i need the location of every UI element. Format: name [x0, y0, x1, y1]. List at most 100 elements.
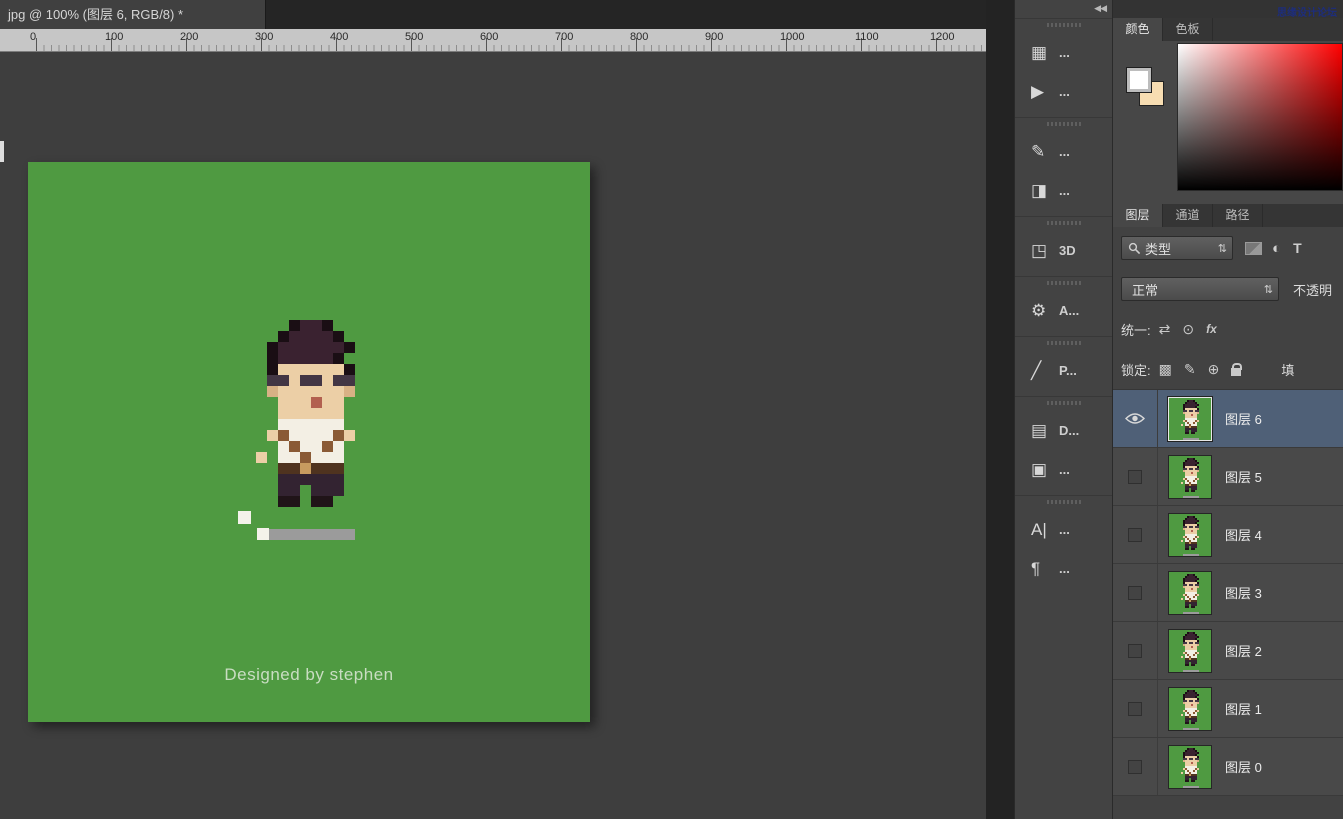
lock-transparency-icon[interactable]: ▩: [1159, 361, 1172, 378]
panel-button-histogram[interactable]: ▦...: [1015, 33, 1112, 72]
layer-row[interactable]: 图层 6: [1113, 390, 1343, 448]
visibility-toggle[interactable]: [1113, 680, 1158, 737]
panel-group-grip[interactable]: [1047, 23, 1081, 27]
color-panel-body: [1113, 41, 1343, 204]
tab-通道[interactable]: 通道: [1163, 204, 1213, 227]
pixel-layer-filter-icon[interactable]: [1245, 242, 1262, 255]
panel-button-adjust[interactable]: ⚙A...: [1015, 291, 1112, 330]
panel-button-label: ...: [1059, 561, 1070, 576]
tool-strip-groups: ▦...▶...✎...◨...◳3D⚙A...╱P...▤D...▣...A|…: [1015, 18, 1112, 594]
layer-thumbnail[interactable]: [1168, 455, 1212, 499]
unify-label: 统一:: [1121, 320, 1151, 339]
layer-name: 图层 1: [1225, 699, 1262, 718]
unify-visibility-icon[interactable]: ⊙: [1182, 321, 1194, 338]
duplicate-icon: ▤: [1031, 421, 1059, 441]
lock-paint-icon[interactable]: ✎: [1184, 361, 1196, 378]
panel-button-actions[interactable]: ▶...: [1015, 72, 1112, 111]
ruler-label: 500: [405, 31, 423, 43]
adjustment-layer-filter-icon[interactable]: ◐: [1272, 240, 1281, 257]
fill-label: 填: [1281, 360, 1294, 379]
lock-all-icon[interactable]: [1231, 368, 1241, 376]
panel-button-3d[interactable]: ◳3D: [1015, 231, 1112, 270]
tab-图层[interactable]: 图层: [1113, 204, 1163, 227]
visibility-toggle[interactable]: [1113, 622, 1158, 679]
document-tab[interactable]: jpg @ 100% (图层 6, RGB/8) *: [0, 0, 266, 29]
collapse-panels-icon[interactable]: ◀◀: [1015, 0, 1112, 18]
visibility-toggle[interactable]: [1113, 564, 1158, 621]
tab-颜色[interactable]: 颜色: [1113, 18, 1163, 41]
panel-button-paths[interactable]: ╱P...: [1015, 351, 1112, 390]
tab-色板[interactable]: 色板: [1163, 18, 1213, 41]
panel-group-grip[interactable]: [1047, 281, 1081, 285]
document-work-area: jpg @ 100% (图层 6, RGB/8) * 0100200300400…: [0, 0, 986, 819]
panel-button-paragraph[interactable]: ¶...: [1015, 549, 1112, 588]
panel-group-grip[interactable]: [1047, 221, 1081, 225]
panel-group-grip[interactable]: [1047, 122, 1081, 126]
panel-button-label: D...: [1059, 423, 1079, 438]
layer-row[interactable]: 图层 3: [1113, 564, 1343, 622]
layer-row[interactable]: 图层 2: [1113, 622, 1343, 680]
sparkle-pixel: [238, 511, 251, 524]
panel-button-label: 3D: [1059, 243, 1076, 258]
tab-路径[interactable]: 路径: [1213, 204, 1263, 227]
photoshop-window: jpg @ 100% (图层 6, RGB/8) * 0100200300400…: [0, 0, 1343, 819]
panel-group-grip[interactable]: [1047, 401, 1081, 405]
blend-mode-row: 正常 ⇅ 不透明: [1113, 269, 1343, 309]
layer-filter-dropdown[interactable]: 类型 ⇅: [1121, 236, 1233, 260]
ruler-label: 900: [705, 31, 723, 43]
layer-name: 图层 6: [1225, 409, 1262, 428]
watermark-text: 思缘设计论坛: [1277, 8, 1337, 19]
ruler-label: 1000: [780, 31, 804, 43]
layer-row[interactable]: 图层 5: [1113, 448, 1343, 506]
3d-icon: ◳: [1031, 241, 1059, 261]
unify-position-icon[interactable]: ⇄: [1159, 321, 1171, 338]
adjust-icon: ⚙: [1031, 301, 1059, 321]
panel-button-duplicate[interactable]: ▤D...: [1015, 411, 1112, 450]
layer-thumbnail[interactable]: [1168, 629, 1212, 673]
image-canvas[interactable]: Designed by stephen: [28, 162, 590, 722]
color-saturation-picker[interactable]: [1177, 43, 1343, 191]
panel-button-label: P...: [1059, 363, 1077, 378]
panel-button-comps[interactable]: ▣...: [1015, 450, 1112, 489]
blend-mode-value: 正常: [1128, 280, 1264, 299]
layers-panel-tabs: 图层通道路径: [1113, 204, 1343, 227]
panel-button-character[interactable]: A|...: [1015, 510, 1112, 549]
layer-thumbnail[interactable]: [1168, 397, 1212, 441]
panel-button-label: ...: [1059, 144, 1070, 159]
unify-effects-icon[interactable]: fx: [1206, 322, 1217, 336]
layer-name: 图层 3: [1225, 583, 1262, 602]
visibility-toggle[interactable]: [1113, 506, 1158, 563]
panel-group-grip[interactable]: [1047, 341, 1081, 345]
visibility-toggle[interactable]: [1113, 738, 1158, 795]
layer-name: 图层 4: [1225, 525, 1262, 544]
ruler[interactable]: 0100200300400500600700800900100011001200: [0, 29, 986, 52]
layer-thumbnail[interactable]: [1168, 687, 1212, 731]
layer-row[interactable]: 图层 1: [1113, 680, 1343, 738]
layer-row[interactable]: 图层 4: [1113, 506, 1343, 564]
right-panel-column: 思缘设计论坛 颜色色板 图层通道路径 类型 ⇅ ◐: [1113, 0, 1343, 819]
unify-row: 统一: ⇄ ⊙ fx: [1113, 309, 1343, 349]
sparkle-pixel: [257, 528, 269, 540]
visibility-eye-icon[interactable]: [1113, 390, 1158, 447]
ruler-label: 100: [105, 31, 123, 43]
filter-type-label: 类型: [1141, 239, 1218, 258]
ruler-label: 800: [630, 31, 648, 43]
panel-button-label: ...: [1059, 462, 1070, 477]
panel-button-brush[interactable]: ✎...: [1015, 132, 1112, 171]
lock-move-icon[interactable]: ⊕: [1208, 361, 1220, 378]
layer-thumbnail[interactable]: [1168, 745, 1212, 789]
layer-thumbnail[interactable]: [1168, 513, 1212, 557]
foreground-color-swatch[interactable]: [1126, 67, 1152, 93]
visibility-toggle[interactable]: [1113, 448, 1158, 505]
clone-icon: ◨: [1031, 181, 1059, 201]
layer-thumbnail[interactable]: [1168, 571, 1212, 615]
blend-mode-dropdown[interactable]: 正常 ⇅: [1121, 277, 1279, 301]
search-icon: [1128, 242, 1141, 255]
panel-button-label: ...: [1059, 84, 1070, 99]
layer-row[interactable]: 图层 0: [1113, 738, 1343, 796]
panel-button-clone[interactable]: ◨...: [1015, 171, 1112, 210]
brush-icon: ✎: [1031, 142, 1059, 162]
panel-group-grip[interactable]: [1047, 500, 1081, 504]
ruler-label: 300: [255, 31, 273, 43]
type-layer-filter-icon[interactable]: T: [1293, 240, 1302, 256]
